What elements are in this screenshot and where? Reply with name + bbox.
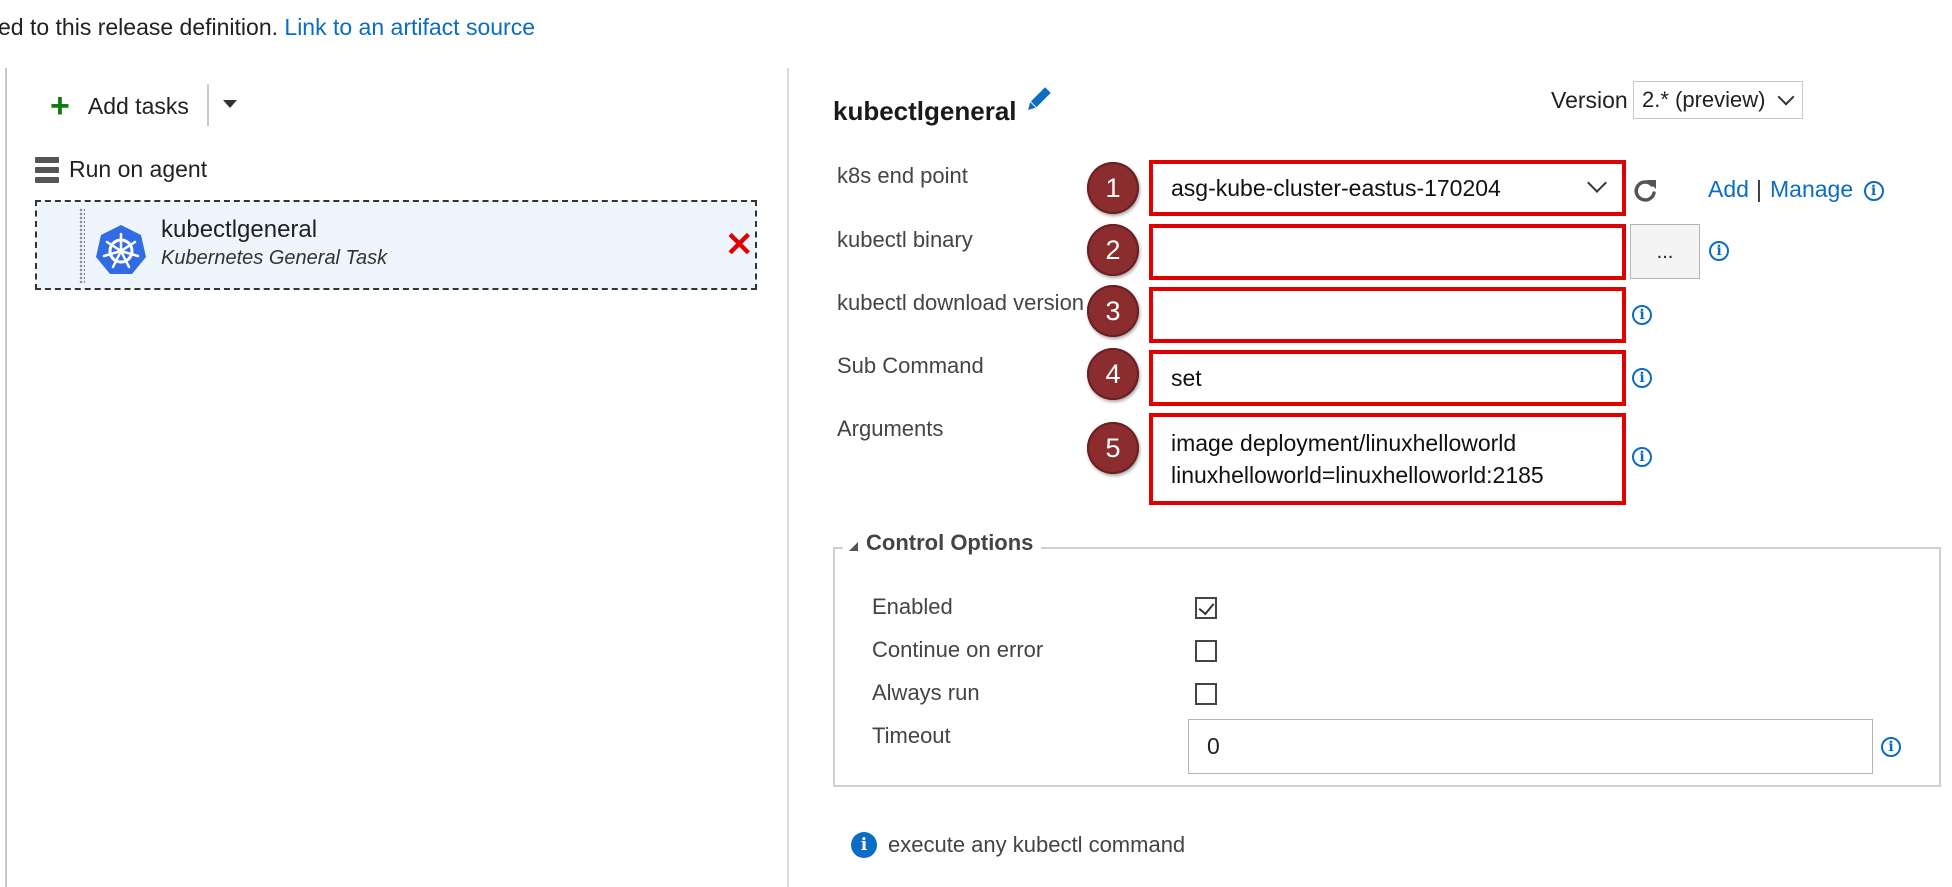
artifact-message: ed to this release definition. Link to a… xyxy=(0,14,535,41)
add-tasks-dropdown[interactable] xyxy=(220,92,240,116)
close-icon[interactable]: ✕ xyxy=(725,228,754,262)
plus-icon: + xyxy=(50,87,70,125)
phase-run-on-agent[interactable]: Run on agent xyxy=(35,156,207,183)
endpoint-select[interactable]: asg-kube-cluster-eastus-170204 xyxy=(1149,160,1626,216)
enabled-label: Enabled xyxy=(872,594,953,619)
download-version-label: kubectl download version xyxy=(837,290,1085,315)
info-filled-icon: i xyxy=(851,832,877,858)
control-options-toggle[interactable]: Control Options xyxy=(843,530,1042,556)
task-description-text: execute any kubectl command xyxy=(888,832,1186,857)
check-icon xyxy=(1198,598,1215,616)
add-tasks-button[interactable]: + Add tasks xyxy=(50,86,189,126)
task-item-kubectlgeneral[interactable]: kubectlgeneral Kubernetes General Task ✕ xyxy=(35,200,757,290)
annotation-badge-1: 1 xyxy=(1087,162,1139,214)
arguments-label: Arguments xyxy=(837,416,944,441)
chevron-down-icon xyxy=(1587,173,1607,193)
task-title: kubectlgeneral xyxy=(833,96,1017,126)
endpoint-value: asg-kube-cluster-eastus-170204 xyxy=(1171,174,1501,201)
always-run-label: Always run xyxy=(872,680,980,705)
artifact-message-text: ed to this release definition. xyxy=(0,14,285,40)
continue-on-error-label: Continue on error xyxy=(872,637,1044,662)
kubectl-binary-input[interactable] xyxy=(1149,224,1626,280)
info-icon[interactable]: i xyxy=(1632,305,1652,325)
task-subtitle: Kubernetes General Task xyxy=(161,247,388,269)
task-description: i execute any kubectl command xyxy=(851,832,1185,858)
continue-on-error-checkbox[interactable] xyxy=(1195,640,1217,662)
version-select[interactable]: 2.* (preview) xyxy=(1633,81,1803,119)
left-divider xyxy=(5,68,7,887)
link-artifact-source[interactable]: Link to an artifact source xyxy=(284,14,535,40)
timeout-value: 0 xyxy=(1207,733,1220,759)
add-tasks-separator xyxy=(207,84,209,126)
sub-command-input[interactable]: set xyxy=(1149,350,1626,406)
sub-command-value: set xyxy=(1171,364,1202,391)
binary-label: kubectl binary xyxy=(837,227,973,252)
info-icon[interactable]: i xyxy=(1709,241,1729,261)
arguments-input[interactable]: image deployment/linuxhelloworld linuxhe… xyxy=(1149,413,1626,505)
timeout-input[interactable]: 0 xyxy=(1188,719,1873,774)
info-icon[interactable]: i xyxy=(1632,447,1652,467)
pencil-icon[interactable] xyxy=(1024,86,1052,114)
enabled-checkbox[interactable] xyxy=(1195,597,1217,619)
refresh-icon[interactable] xyxy=(1630,176,1660,206)
caret-down-icon xyxy=(223,100,237,108)
timeout-label: Timeout xyxy=(872,723,951,748)
control-options-title: Control Options xyxy=(866,530,1034,555)
panel-splitter[interactable] xyxy=(787,68,789,887)
chevron-down-icon xyxy=(1777,88,1795,106)
info-icon[interactable]: i xyxy=(1881,737,1901,757)
collapse-triangle-icon xyxy=(849,541,858,551)
kubectl-download-version-input[interactable] xyxy=(1149,287,1626,343)
phase-label: Run on agent xyxy=(69,156,208,182)
arguments-value: image deployment/linuxhelloworld linuxhe… xyxy=(1171,430,1544,488)
version-value: 2.* (preview) xyxy=(1642,87,1766,112)
annotation-badge-5: 5 xyxy=(1087,422,1139,474)
browse-button[interactable]: ... xyxy=(1630,224,1700,279)
add-tasks-label: Add tasks xyxy=(87,92,189,119)
sub-command-label: Sub Command xyxy=(837,353,984,378)
endpoint-manage-link[interactable]: Manage i xyxy=(1770,176,1884,203)
annotation-badge-3: 3 xyxy=(1087,285,1139,337)
info-icon[interactable]: i xyxy=(1863,180,1884,201)
version-label: Version xyxy=(1551,87,1628,113)
endpoint-add-link[interactable]: Add xyxy=(1708,176,1749,203)
annotation-badge-4: 4 xyxy=(1087,348,1139,400)
always-run-checkbox[interactable] xyxy=(1195,683,1217,705)
annotation-badge-2: 2 xyxy=(1087,224,1139,276)
endpoint-manage-label: Manage xyxy=(1770,176,1854,202)
endpoint-link-separator: | xyxy=(1756,176,1762,202)
task-name: kubectlgeneral xyxy=(161,216,318,243)
drag-handle[interactable] xyxy=(79,208,85,284)
info-icon[interactable]: i xyxy=(1632,368,1652,388)
endpoint-label: k8s end point xyxy=(837,163,968,188)
server-icon xyxy=(35,156,59,183)
kubernetes-icon xyxy=(96,225,146,274)
